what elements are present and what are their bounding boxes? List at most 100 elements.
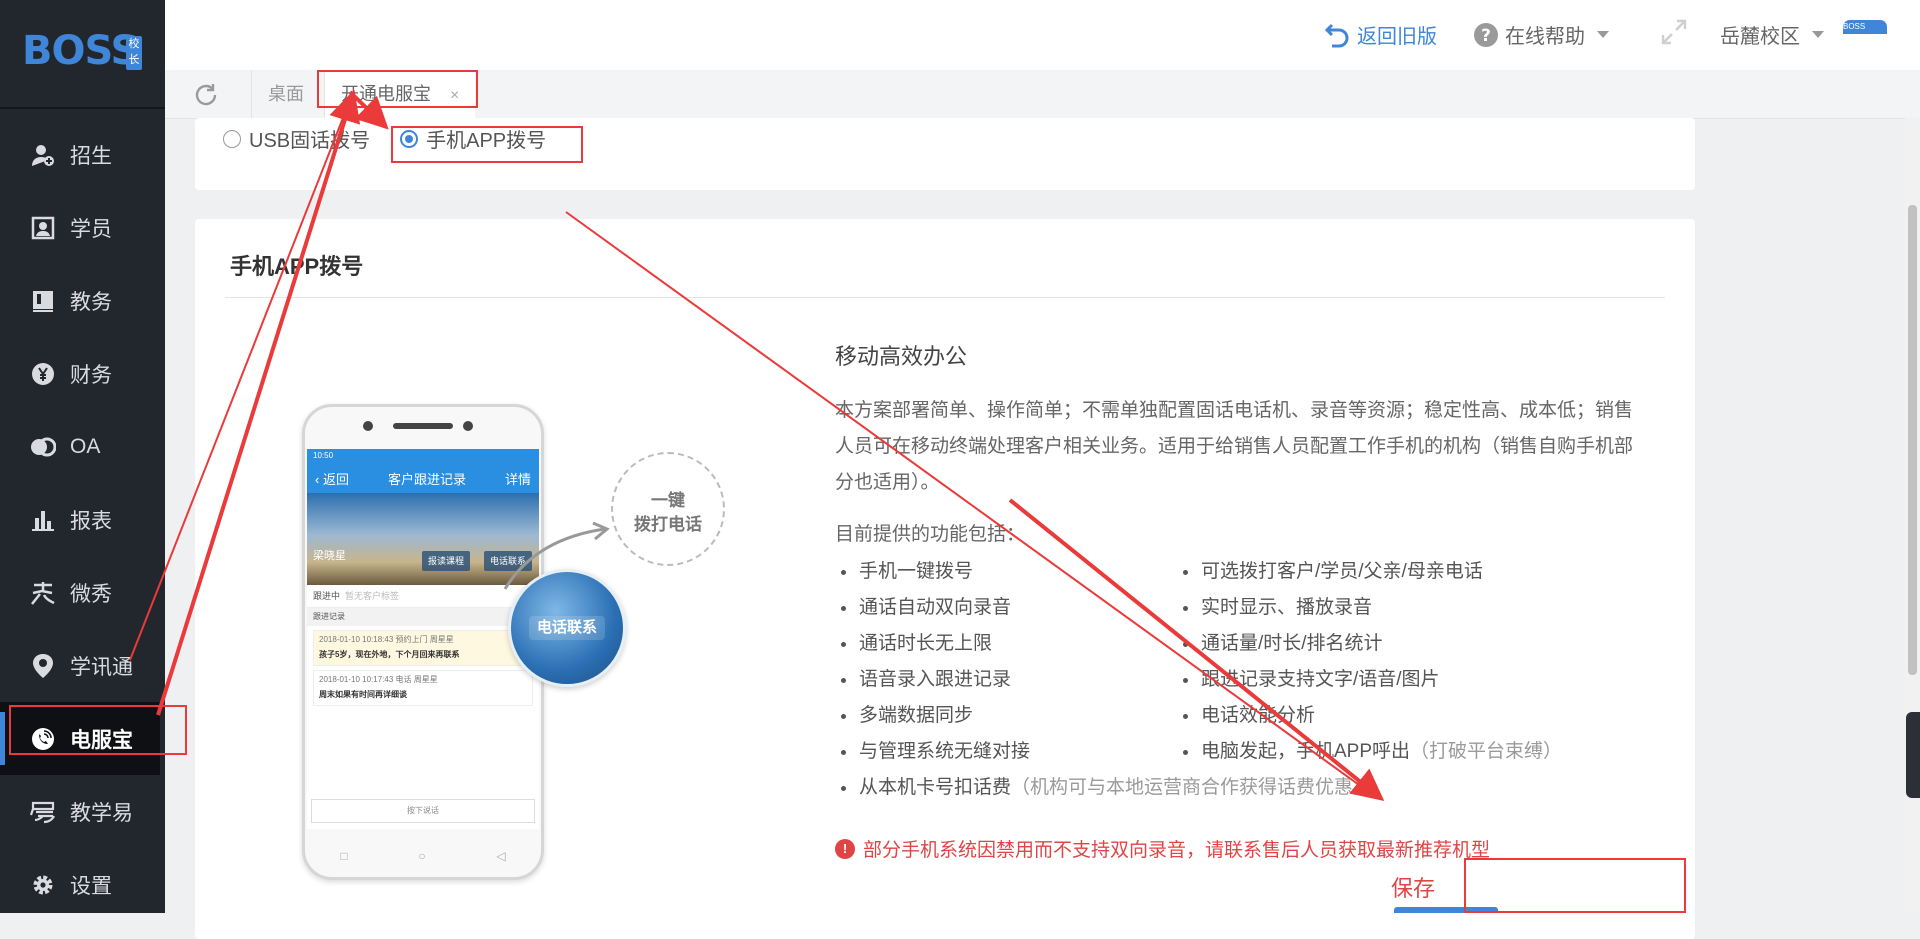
side-float-widget[interactable] [1906, 712, 1920, 798]
list-item: 实时显示、播放录音 [1177, 590, 1562, 626]
warning-icon: ! [835, 838, 855, 859]
call-contact-circle: 电话联系 [508, 569, 626, 687]
list-item: 通话量/时长/排名统计 [1177, 626, 1562, 662]
teach-icon [30, 799, 56, 825]
compatibility-warning: ! 部分手机系统因禁用而不支持双向录音，请联系售后人员获取最新推荐机型 [835, 835, 1490, 862]
phone-app-bar: ‹ 返回 客户跟进记录 详情 [307, 463, 539, 493]
online-help-menu[interactable]: ? 在线帮助 [1473, 20, 1609, 49]
section-description: 本方案部署简单、操作简单；不需单独配置固话电话机、录音等资源；稳定性高、成本低；… [835, 400, 1634, 493]
logo-tag: 校长 [126, 36, 142, 70]
phone-voice-input: 按下说话 [311, 799, 535, 823]
panel-title: 手机APP拨号 [230, 254, 364, 279]
annotation-box-tab [317, 70, 478, 108]
refresh-icon[interactable] [193, 82, 219, 108]
online-help-label: 在线帮助 [1505, 26, 1585, 48]
annotation-box-save [1464, 858, 1686, 913]
radio-usb-dial[interactable]: USB固话拨号 [223, 124, 370, 153]
sidebar-item-finance[interactable]: 财务 [0, 337, 165, 410]
book-icon [30, 288, 56, 314]
annotation-box-radio [391, 126, 583, 163]
warning-text: 部分手机系统因禁用而不支持双向录音，请联系售后人员获取最新推荐机型 [863, 840, 1491, 861]
user-plus-icon [30, 142, 56, 168]
features-list-right: 可选拨打客户/学员/父亲/母亲电话 实时显示、播放录音 通话量/时长/排名统计 … [1177, 554, 1562, 770]
campus-label: 岳麓校区 [1720, 26, 1800, 48]
phone-nav-buttons: □ ○ ◁ [340, 849, 506, 863]
logo-text: BOSS [22, 28, 139, 74]
list-item-note: （机构可与本地运营商合作获得话费优惠） [1011, 777, 1373, 798]
sidebar-item-oa[interactable]: OA [0, 410, 165, 483]
phone-screen-title: 客户跟进记录 [387, 471, 466, 487]
tab-label: 桌面 [268, 84, 304, 104]
sidebar-item-label: 财务 [70, 363, 112, 387]
sidebar-item-label: 教务 [70, 290, 112, 314]
chevron-down-icon [1812, 31, 1824, 38]
phone-record-item: 2018-01-10 10:18:43 预约上门 周星星 孩子5岁，现在外地，下… [313, 630, 533, 666]
top-bar: 返回旧版 ? 在线帮助 岳麓校区 BOSS [165, 0, 1920, 70]
show-icon [30, 580, 56, 606]
phone-speaker [393, 423, 453, 429]
bar-chart-icon [30, 507, 56, 533]
features-intro: 目前提供的功能包括： [835, 524, 1026, 545]
list-item: 从本机卡号扣话费（机构可与本地运营商合作获得话费优惠） [835, 770, 1372, 806]
divider [225, 297, 1665, 298]
fullscreen-button[interactable] [1660, 18, 1688, 46]
sidebar-item-jiaoxueyi[interactable]: 教学易 [0, 775, 165, 848]
phone-btn-course: 报读课程 [422, 551, 471, 571]
chevron-down-icon [1597, 31, 1609, 38]
id-card-icon [30, 215, 56, 241]
chat-bubbles-icon [30, 434, 56, 460]
customer-name: 梁晓星 [313, 550, 346, 562]
phone-camera [363, 421, 373, 431]
sidebar-item-students[interactable]: 学员 [0, 191, 165, 264]
phone-illustration: 10:50 ‹ 返回 客户跟进记录 详情 梁晓星 报读课程 电话联系 跟进中 暂… [302, 404, 544, 880]
sidebar-item-label: 微秀 [70, 582, 112, 606]
phone-detail: 详情 [504, 471, 531, 487]
list-item: 可选拨打客户/学员/父亲/母亲电话 [1177, 554, 1562, 590]
svg-text:?: ? [1481, 26, 1491, 46]
one-key-dial-bubble: 一键 拨打电话 [611, 452, 725, 566]
list-item: 跟进记录支持文字/语音/图片 [1177, 662, 1562, 698]
sidebar-item-xuexuntong[interactable]: 学讯通 [0, 629, 165, 702]
sidebar: BOSS 校长 招生 学员 教务 财务 OA 报表 微秀 学讯通 电服宝 教学易… [0, 0, 165, 913]
list-item: 电话效能分析 [1177, 698, 1562, 734]
list-item: 电脑发起，手机APP呼出（打破平台束缚） [1177, 734, 1562, 770]
expand-icon [1661, 19, 1687, 45]
sidebar-item-label: OA [70, 434, 101, 458]
app-logo[interactable]: BOSS 校长 [0, 0, 165, 109]
sidebar-item-weixiu[interactable]: 微秀 [0, 556, 165, 629]
yen-coin-icon [30, 361, 56, 387]
sidebar-item-reports[interactable]: 报表 [0, 483, 165, 556]
sidebar-item-label: 报表 [70, 509, 112, 533]
return-old-version-label: 返回旧版 [1357, 26, 1437, 48]
save-label: 保存 [1390, 876, 1435, 901]
tab-desktop[interactable]: 桌面 [251, 70, 320, 118]
sidebar-item-academic[interactable]: 教务 [0, 264, 165, 337]
user-avatar-badge[interactable]: BOSS [1843, 20, 1887, 34]
sidebar-item-label: 教学易 [70, 801, 133, 825]
undo-icon [1325, 23, 1349, 47]
annotation-box-sidebar [9, 705, 187, 755]
phone-screen: 10:50 ‹ 返回 客户跟进记录 详情 梁晓星 报读课程 电话联系 跟进中 暂… [307, 449, 539, 829]
gear-icon [30, 872, 56, 898]
sidebar-item-enroll[interactable]: 招生 [0, 118, 165, 191]
return-old-version-link[interactable]: 返回旧版 [1325, 20, 1437, 49]
help-icon: ? [1474, 22, 1498, 47]
sidebar-item-label: 学员 [70, 217, 112, 241]
scrollbar-thumb[interactable] [1908, 205, 1917, 675]
phone-sensor [463, 421, 473, 431]
campus-selector[interactable]: 岳麓校区 [1720, 20, 1824, 49]
sidebar-item-label: 学讯通 [70, 655, 133, 679]
list-item-note: （打破平台束缚） [1410, 741, 1563, 762]
sidebar-item-label: 招生 [70, 144, 112, 168]
sidebar-nav: 招生 学员 教务 财务 OA 报表 微秀 学讯通 电服宝 教学易 设置 [0, 118, 165, 921]
app-dial-panel: 手机APP拨号 10:50 ‹ 返回 客户跟进记录 详情 梁晓星 报读课程 电话… [195, 219, 1695, 939]
location-pin-icon [30, 653, 56, 679]
phone-back: ‹ 返回 [315, 471, 349, 487]
sidebar-item-settings[interactable]: 设置 [0, 848, 165, 921]
phone-status-bar: 10:50 [307, 449, 539, 463]
radio-circle [223, 129, 241, 148]
phone-record-item: 2018-01-10 10:17:43 电话 周星星 周末如果有时间再详细谈 [313, 670, 533, 706]
phone-record-header: 跟进记录 [307, 608, 539, 626]
section-heading: 移动高效办公 [835, 344, 968, 369]
sidebar-item-label: 设置 [70, 874, 112, 898]
